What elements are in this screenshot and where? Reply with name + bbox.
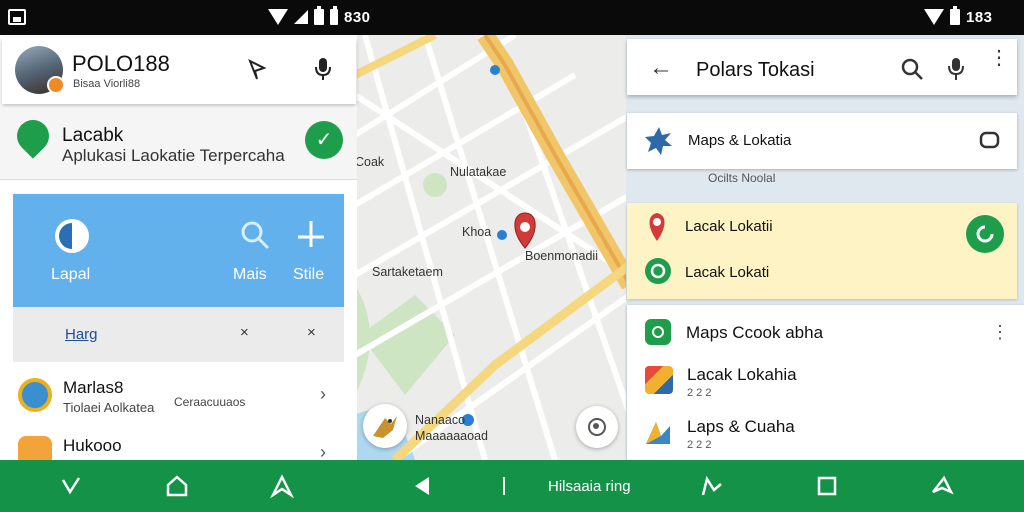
my-location-button[interactable] <box>576 406 618 448</box>
map-app-icon <box>645 366 673 394</box>
maps-card[interactable]: Maps & Lokatia <box>627 113 1017 169</box>
search-title: Polars Tokasi <box>696 59 815 81</box>
close-icon[interactable]: × <box>240 324 249 341</box>
list-item-extra: Ceraacuuaos <box>174 395 246 409</box>
map-label: Ocilts Noolal <box>708 171 776 185</box>
list-item-title: Hukooo <box>63 436 122 455</box>
app-subtitle: Aplukasi Laokatie Terpercaha <box>62 146 285 165</box>
location-card[interactable]: Lacak Lokatii Lacak Lokati <box>627 203 1017 299</box>
status-icons-right: 183 <box>924 6 993 26</box>
play-icon[interactable] <box>53 217 91 255</box>
map-label: Nanaaco <box>415 413 466 427</box>
right-panel: ← Polars Tokasi ⋮ Maps & Lokatia Ocilts … <box>626 35 1024 460</box>
map-label: Maaaaaaoad <box>415 429 488 443</box>
map-canvas <box>355 35 630 460</box>
profile-subtitle: Bisaa Viorli88 <box>73 78 141 90</box>
result-item[interactable]: Lacak Lokahia 2 2 2 <box>627 360 1024 406</box>
microphone-icon[interactable] <box>945 56 967 82</box>
status-icons-left: 830 <box>268 6 371 26</box>
location-pin-icon <box>10 113 56 159</box>
battery-icon-2 <box>330 6 338 25</box>
status-bar: 830 183 <box>0 0 1024 35</box>
microphone-icon[interactable] <box>311 56 335 82</box>
search-icon[interactable] <box>900 57 924 81</box>
map-label: Sartaketaem <box>372 265 443 279</box>
left-panel: POLO188 Bisaa Viorli88 Lacabk Aplukasi L… <box>0 35 357 470</box>
action-button[interactable]: ✓ <box>305 121 343 159</box>
chat-icon[interactable] <box>979 131 1001 151</box>
back-icon[interactable] <box>411 474 433 498</box>
badge-icon <box>47 76 65 94</box>
battery-icon <box>314 6 324 25</box>
map-label: Khoa <box>462 225 492 239</box>
wifi-icon <box>268 9 288 25</box>
bird-button[interactable] <box>363 404 407 448</box>
app-card[interactable]: Lacabk Aplukasi Laokatie Terpercaha ✓ <box>0 108 357 180</box>
location-item[interactable]: Lacak Lokati <box>685 264 769 281</box>
more-vert-icon[interactable]: ⋮ <box>991 323 1009 341</box>
profile-card[interactable]: POLO188 Bisaa Viorli88 <box>2 38 356 104</box>
result-title: Lacak Lokahia <box>687 365 797 384</box>
photo-icon <box>8 9 26 25</box>
maps-card-label: Maps & Lokatia <box>688 132 792 149</box>
map-label: Nulatakae <box>450 165 507 179</box>
action-label[interactable]: Lapal <box>51 266 90 284</box>
quick-actions-card: Lapal Mais Stile <box>13 194 344 307</box>
list-item-title: Marlas8 <box>63 378 124 397</box>
profile-name: POLO188 <box>72 51 170 76</box>
result-item[interactable]: Laps & Cuaha 2 2 2 <box>627 414 1024 460</box>
refresh-icon <box>976 225 994 243</box>
maps-app-icon <box>645 319 671 345</box>
wifi-icon <box>924 9 944 25</box>
divider-icon <box>503 477 505 495</box>
bottom-nav: Hilsaaia ring <box>0 460 1024 512</box>
check-icon[interactable] <box>60 474 82 498</box>
recents-icon[interactable] <box>815 474 839 498</box>
action-label[interactable]: Stile <box>293 266 324 284</box>
search-icon[interactable] <box>239 219 271 251</box>
action-label[interactable]: Mais <box>233 266 267 284</box>
location-target-icon <box>645 258 671 284</box>
navigate-icon[interactable] <box>270 474 294 498</box>
star-badge-icon <box>645 127 672 155</box>
battery-icon <box>950 6 960 25</box>
map-label: Coak <box>355 155 385 169</box>
bird-icon <box>373 416 397 438</box>
location-item[interactable]: Lacak Lokatii <box>685 218 773 235</box>
map-fold-icon <box>646 422 670 444</box>
flag-icon[interactable] <box>245 58 269 82</box>
route-icon[interactable] <box>700 474 724 498</box>
tab-link[interactable]: Harg <box>65 326 98 343</box>
map-label: Boenmonadii <box>525 249 598 263</box>
leaf-icon: ✓ <box>315 129 333 151</box>
plus-icon[interactable] <box>296 219 326 249</box>
status-time: 830 <box>344 8 371 26</box>
app-title: Lacabk <box>62 125 124 146</box>
status-time: 183 <box>966 8 993 26</box>
result-sub: 2 2 2 <box>687 439 712 451</box>
results-card: Maps Ccook abha ⋮ Lacak Lokahia 2 2 2 La… <box>627 305 1024 460</box>
signal-icon <box>294 10 308 24</box>
search-bar[interactable]: ← Polars Tokasi ⋮ <box>627 39 1017 95</box>
close-icon[interactable]: × <box>307 324 316 341</box>
nav-label[interactable]: Hilsaaia ring <box>548 478 631 495</box>
chevron-right-icon: › <box>320 384 326 404</box>
result-sub: 2 2 2 <box>687 387 712 399</box>
list-item[interactable]: Marlas8 Tiolaei Aolkatea Ceraacuuaos › <box>0 370 357 426</box>
home-icon <box>18 378 52 412</box>
map-view[interactable]: Coak Nulatakae Khoa Boenmonadii Sartaket… <box>355 35 630 460</box>
results-header: Maps Ccook abha <box>686 323 824 342</box>
list-item-subtitle: Tiolaei Aolkatea <box>63 400 155 415</box>
location-pin-icon <box>649 213 665 241</box>
result-title: Laps & Cuaha <box>687 417 795 436</box>
refresh-button[interactable] <box>966 215 1004 253</box>
navigate-icon-2[interactable] <box>930 474 954 498</box>
back-arrow-icon[interactable]: ← <box>649 54 673 82</box>
more-vert-icon[interactable]: ⋮ <box>989 48 1009 68</box>
tab-row: Harg × × <box>13 307 344 362</box>
home-icon[interactable] <box>165 474 189 498</box>
